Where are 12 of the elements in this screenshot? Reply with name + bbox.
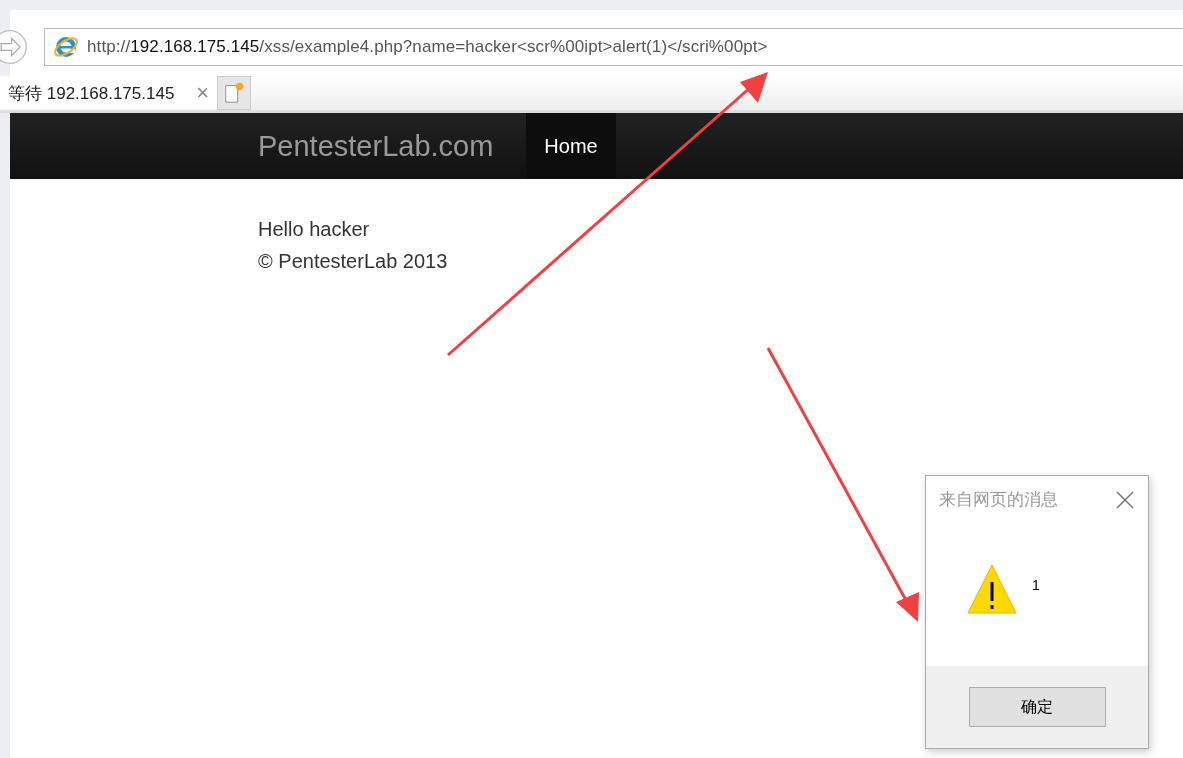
address-bar[interactable]: http://192.168.175.145/xss/example4.php?name=hacker<scr%00ipt>alert(1)</scri%00pt>: [44, 27, 1183, 66]
new-tab-button[interactable]: [217, 76, 252, 110]
dialog-message: 1: [1032, 576, 1040, 593]
page-text: © PentesterLab 2013: [258, 249, 449, 274]
nav-link[interactable]: Home: [526, 113, 616, 179]
brand-link[interactable]: PentesterLab.com: [258, 113, 494, 179]
url-text: http://192.168.175.145/xss/example4.php?name=hacker<scr%00ipt>alert(1)</scri%00pt>: [87, 36, 768, 57]
close-icon[interactable]: [1116, 490, 1134, 509]
ok-button[interactable]: 确定: [968, 687, 1106, 727]
dialog-title: 来自网页的消息: [939, 489, 1058, 511]
page-text: Hello hacker: [258, 217, 371, 242]
warning-icon: [966, 562, 1018, 615]
